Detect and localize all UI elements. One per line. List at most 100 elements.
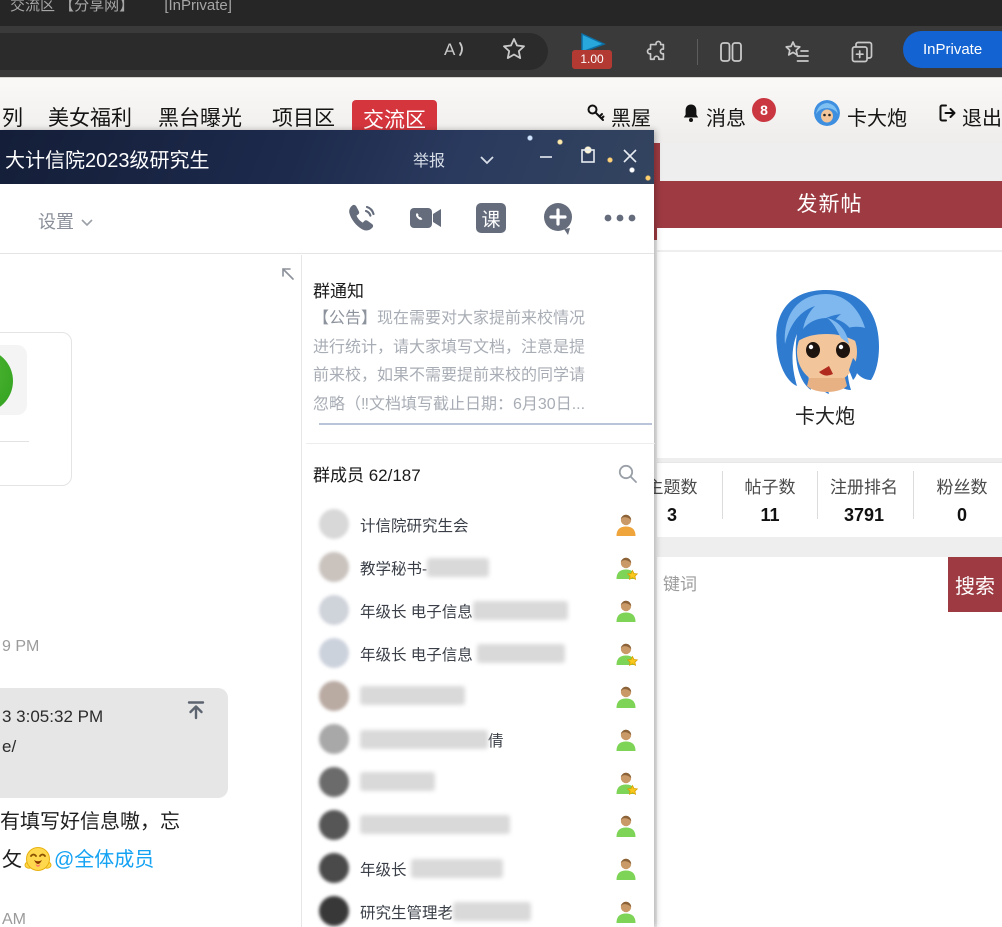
profile-username: 卡大炮 (657, 400, 993, 429)
stat-divider (722, 471, 723, 519)
member-role-badge-member (613, 684, 639, 710)
member-avatar (319, 681, 349, 711)
stats-card: 主题数3帖子数11注册排名3791粉丝数0 (657, 462, 1002, 537)
split-screen-icon[interactable] (717, 38, 745, 66)
new-post-button[interactable]: 发新帖 (657, 181, 1002, 228)
settings-label: 设置 (38, 212, 74, 232)
browser-toolbar: A 1.00 InPrivate (0, 26, 1002, 77)
profile-card: 卡大炮 (657, 252, 1002, 458)
qq-chat-window: 大计信院2023级研究生 举报 设置 课 (0, 130, 654, 927)
group-notice-text[interactable]: 【公告】现在需要对大家提前来校情况进行统计，请大家填写文档，注意是提前来校，如果… (313, 305, 649, 419)
course-icon[interactable]: 课 (473, 200, 509, 236)
member-row[interactable]: 倩 (302, 718, 655, 761)
profile-avatar[interactable] (767, 286, 885, 400)
inprivate-button[interactable]: InPrivate (903, 31, 1002, 68)
message-line: 有填写好信息嗷，忘 (0, 811, 180, 833)
file-message-card[interactable] (0, 332, 72, 486)
search-input[interactable]: 键词 (657, 557, 948, 612)
member-row[interactable] (302, 761, 655, 804)
member-name: 年级长 电子信息 (360, 600, 568, 622)
member-row[interactable] (302, 675, 655, 718)
bookmark-star-icon[interactable] (500, 35, 528, 63)
report-button[interactable]: 举报 (413, 147, 445, 171)
redacted-name-blur (360, 730, 488, 749)
svg-text:A: A (444, 40, 456, 59)
nav-username[interactable]: 卡大炮 (847, 102, 907, 131)
forum-banner-underlay (657, 228, 1002, 250)
notice-tag: 【公告】 (313, 310, 377, 327)
panel-divider (306, 443, 655, 444)
member-name: 教学秘书- (360, 557, 489, 579)
notice-line: 进行统计，请大家填写文档，注意是提 (313, 334, 649, 363)
minimize-icon[interactable] (536, 146, 556, 166)
member-row[interactable]: 计信院研究生会 (302, 503, 655, 546)
nav-heiwu[interactable]: 黑屋 (611, 102, 651, 131)
stat-label: 帖子数 (745, 473, 796, 498)
member-avatar (319, 810, 349, 840)
member-name: 研究生管理老 (360, 901, 531, 923)
maximize-icon[interactable] (578, 146, 598, 166)
voice-call-icon[interactable] (343, 200, 379, 236)
browser-tab-strip: 交流区 【分享网】 [InPrivate] (0, 0, 1002, 26)
more-options-icon[interactable] (600, 200, 640, 236)
nav-user-avatar[interactable] (814, 100, 840, 126)
redacted-name-blur (427, 558, 489, 577)
close-icon[interactable] (620, 146, 640, 166)
settings-dropdown[interactable]: 设置 (38, 208, 94, 234)
read-aloud-icon[interactable]: A (440, 35, 468, 63)
collections-icon[interactable] (848, 38, 876, 66)
add-bubble-icon[interactable] (540, 200, 576, 236)
chat-message-area[interactable]: 9 PM 3 3:05:32 PM e/ 有填写好信息嗷，忘 攵 @全体成员 A… (0, 255, 301, 927)
member-avatar (319, 896, 349, 926)
redacted-name-blur (360, 772, 435, 791)
group-notice-title: 群通知 (313, 277, 364, 302)
search-icon[interactable] (617, 463, 638, 484)
tab-inprivate-text: [InPrivate] (164, 0, 232, 14)
redacted-name-blur (473, 601, 568, 620)
chat-message-text: 有填写好信息嗷，忘 (0, 805, 180, 834)
member-row[interactable] (302, 804, 655, 847)
member-name (360, 772, 435, 793)
stat-col-1: 帖子数 11 (745, 473, 796, 526)
file-card-divider (0, 441, 29, 442)
member-name: 年级长 电子信息 (360, 643, 565, 665)
message-count-badge: 8 (752, 98, 776, 122)
bell-icon (681, 103, 701, 123)
member-row[interactable]: 教学秘书- (302, 546, 655, 589)
favorites-hub-icon[interactable] (783, 38, 811, 66)
video-call-icon[interactable] (407, 200, 443, 236)
browser-tab-title[interactable]: 交流区 【分享网】 [InPrivate] (10, 0, 232, 15)
chevron-down-icon[interactable] (477, 150, 497, 170)
nav-tab-3[interactable]: 项目区 (272, 102, 335, 132)
member-count-header: 群成员 62/187 (313, 461, 421, 486)
qq-toolbar: 设置 课 (0, 184, 654, 254)
nav-tab-1[interactable]: 美女福利 (48, 102, 132, 132)
stat-value: 11 (745, 505, 796, 526)
member-row[interactable]: 年级长 电子信息 (302, 632, 655, 675)
logout-icon (938, 103, 958, 123)
pin-to-top-icon (185, 699, 207, 721)
member-role-badge-owner (613, 512, 639, 538)
member-avatar (319, 853, 349, 883)
nav-messages[interactable]: 消息 (706, 102, 746, 131)
nav-tab-2[interactable]: 黑台曝光 (158, 102, 242, 132)
stat-col-3: 粉丝数0 (937, 473, 988, 526)
extension-badge: 1.00 (572, 50, 612, 69)
collapse-panel-icon[interactable] (279, 265, 297, 283)
stat-value: 3791 (830, 505, 898, 526)
crying-emoji-icon (24, 845, 52, 873)
notice-underline (319, 423, 652, 425)
redacted-name-blur (411, 859, 503, 878)
notice-line: 【公告】现在需要对大家提前来校情况 (313, 305, 649, 334)
nav-tab-0[interactable]: 列 (2, 102, 23, 132)
member-row[interactable]: 研究生管理老 (302, 890, 655, 927)
mention-all-link[interactable]: @全体成员 (54, 849, 154, 871)
member-role-badge-member (613, 813, 639, 839)
qq-titlebar[interactable]: 大计信院2023级研究生 举报 (0, 130, 654, 184)
member-row[interactable]: 年级长 (302, 847, 655, 890)
notice-line: 忽略（‼文档填写截止日期：6月30日... (313, 391, 649, 420)
search-button[interactable]: 搜索 (948, 557, 1002, 612)
nav-logout[interactable]: 退出 (962, 102, 1002, 131)
member-row[interactable]: 年级长 电子信息 (302, 589, 655, 632)
extensions-puzzle-icon[interactable] (644, 38, 672, 66)
